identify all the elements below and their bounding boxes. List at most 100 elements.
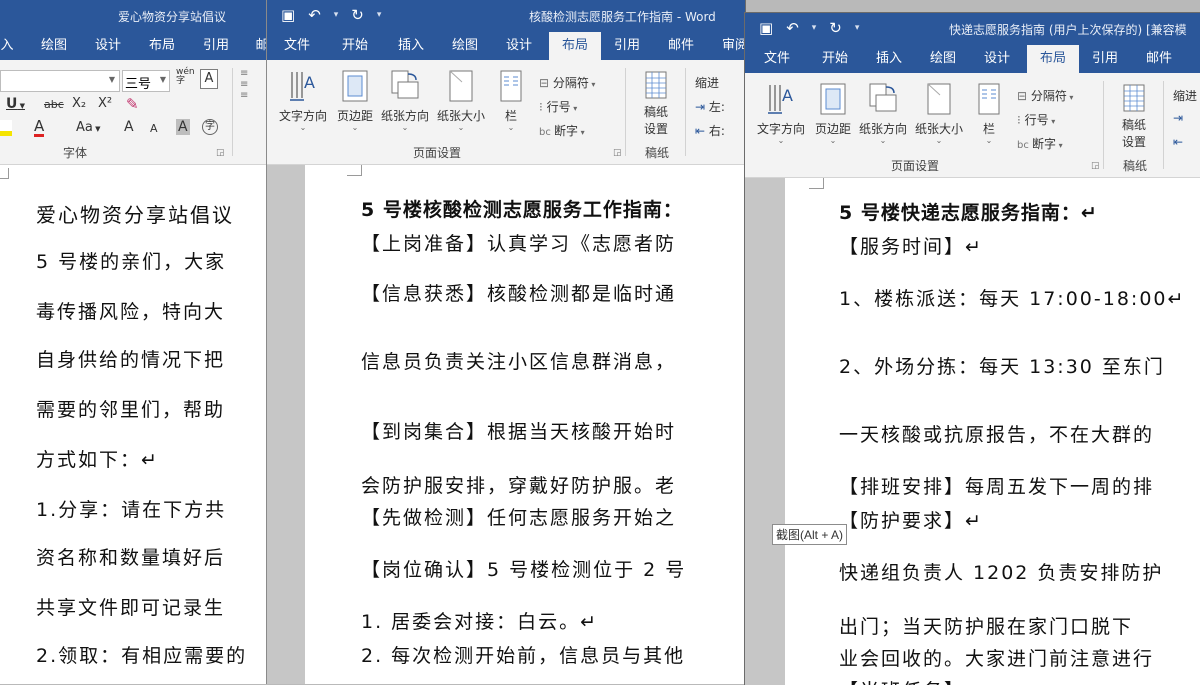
- text-direction-button[interactable]: A 文字方向 ⌄: [753, 81, 809, 145]
- doc-line: 【信息获悉】核酸检测都是临时通: [361, 283, 677, 305]
- undo-icon[interactable]: ↶: [786, 18, 799, 38]
- bullets-icon[interactable]: ≡ ≡ ≡: [240, 68, 248, 101]
- change-case-icon[interactable]: Aa ▼: [76, 120, 100, 135]
- doc-line: 毒传播风险，特向大: [36, 301, 226, 323]
- columns-button[interactable]: 栏 ⌄: [973, 81, 1005, 145]
- columns-icon: [500, 70, 522, 102]
- char-border-icon[interactable]: A: [200, 69, 218, 89]
- tab-insert[interactable]: 插入: [389, 32, 433, 60]
- tab-insert[interactable]: 插入: [867, 45, 911, 73]
- strikethrough-icon[interactable]: abc: [44, 98, 64, 111]
- text-direction-button[interactable]: A 文字方向 ⌄: [275, 68, 331, 132]
- orientation-button[interactable]: 纸张方向 ⌄: [855, 81, 911, 145]
- tab-design[interactable]: 设计: [975, 45, 1019, 73]
- save-icon[interactable]: ▣: [759, 18, 773, 38]
- word-window-express-guide[interactable]: ▣ ↶ ▾ ↻ ▾ 快递志愿服务指南 (用户上次保存的) [兼容模 文件 开始 …: [744, 12, 1200, 685]
- breaks-icon: ⊟: [1017, 89, 1031, 103]
- tab-references[interactable]: 引用: [198, 32, 234, 60]
- tab-file[interactable]: 文件: [275, 32, 319, 60]
- hyphenation-label: 断字: [1032, 137, 1057, 151]
- char-shading-icon[interactable]: A: [176, 119, 190, 135]
- grow-font-icon[interactable]: A: [124, 119, 134, 135]
- highlight-icon[interactable]: [0, 120, 12, 136]
- font-name-dropdown[interactable]: ▼: [0, 70, 120, 92]
- size-button[interactable]: 纸张大小 ⌄: [433, 68, 489, 132]
- title-bar[interactable]: ▣ ↶ ▾ ↻ ▾ 核酸检测志愿服务工作指南 - Word: [267, 0, 745, 32]
- save-icon[interactable]: ▣: [281, 5, 295, 25]
- underline-icon[interactable]: U ▼: [6, 96, 25, 112]
- undo-icon[interactable]: ↶: [308, 5, 321, 25]
- ribbon-home: ▼ 三号 ▼ wén 字 A U ▼ abc X₂ X² ✎ A Aa ▼ A A…: [0, 60, 266, 165]
- word-window-nucleic-acid-guide[interactable]: ▣ ↶ ▾ ↻ ▾ 核酸检测志愿服务工作指南 - Word 文件 开始 插入 绘…: [266, 0, 746, 684]
- dialog-launcher-icon[interactable]: ◲: [216, 148, 225, 158]
- size-button[interactable]: 纸张大小 ⌄: [911, 81, 967, 145]
- doc-line: 会防护服安排，穿戴好防护服。老: [361, 475, 677, 497]
- tab-references[interactable]: 引用: [1083, 45, 1127, 73]
- doc-line: 【先做检测】任何志愿服务开始之: [361, 507, 677, 529]
- undo-dropdown-icon[interactable]: ▾: [812, 18, 817, 38]
- customize-qat-icon[interactable]: ▾: [855, 18, 860, 38]
- hyphenation-dropdown[interactable]: bc 断字 ▾: [1017, 135, 1063, 152]
- undo-dropdown-icon[interactable]: ▾: [334, 5, 339, 25]
- title-bar[interactable]: 爱心物资分享站倡议: [0, 0, 266, 32]
- tab-file[interactable]: 文件: [755, 45, 799, 73]
- window-title: 快递志愿服务指南 (用户上次保存的) [兼容模: [949, 23, 1187, 37]
- document-page[interactable]: 5 号楼快递志愿服务指南：↵ 【服务时间】↵ 1、楼栋派送：每天 17:00-1…: [785, 178, 1200, 685]
- tab-review[interactable]: 审阅: [715, 32, 745, 60]
- breaks-dropdown[interactable]: ⊟ 分隔符 ▾: [539, 74, 595, 91]
- tab-design[interactable]: 设计: [497, 32, 541, 60]
- document-page[interactable]: 5 号楼核酸检测志愿服务工作指南： 【上岗准备】认真学习《志愿者防 【信息获悉】…: [305, 165, 745, 684]
- line-numbers-dropdown[interactable]: ⁝ 行号 ▾: [539, 98, 577, 115]
- tab-draw[interactable]: 绘图: [443, 32, 487, 60]
- manuscript-settings-button[interactable]: 稿纸 设置: [635, 70, 677, 137]
- tab-insert[interactable]: 入: [0, 32, 18, 60]
- tab-draw[interactable]: 绘图: [36, 32, 72, 60]
- document-page[interactable]: 爱心物资分享站倡议 5 号楼的亲们，大家 毒传播风险，特向大 自身供给的情况下把…: [0, 165, 266, 684]
- indent-right[interactable]: ⇤ 右:: [695, 122, 725, 139]
- clear-format-icon[interactable]: ✎: [126, 95, 139, 113]
- margins-button[interactable]: 页边距 ⌄: [811, 81, 855, 145]
- shrink-font-icon[interactable]: A: [150, 122, 158, 135]
- orientation-button[interactable]: 纸张方向 ⌄: [377, 68, 433, 132]
- font-color-icon[interactable]: A: [34, 118, 45, 137]
- tab-layout[interactable]: 布局: [1027, 45, 1079, 73]
- tab-references[interactable]: 引用: [607, 32, 647, 60]
- tab-home[interactable]: 开始: [333, 32, 377, 60]
- tab-mailings[interactable]: 邮件: [661, 32, 701, 60]
- redo-icon[interactable]: ↻: [351, 5, 364, 25]
- margins-button[interactable]: 页边距 ⌄: [333, 68, 377, 132]
- hyphenation-dropdown[interactable]: bc 断字 ▾: [539, 122, 585, 139]
- line-numbers-dropdown[interactable]: ⁝ 行号 ▾: [1017, 111, 1055, 128]
- superscript-icon[interactable]: X²: [98, 96, 112, 111]
- tab-layout[interactable]: 布局: [144, 32, 180, 60]
- columns-label: 栏: [504, 109, 517, 123]
- dialog-launcher-icon[interactable]: ◲: [1091, 161, 1100, 171]
- wen-icon[interactable]: wén 字: [176, 68, 195, 86]
- tab-home[interactable]: 开始: [813, 45, 857, 73]
- margins-icon: [820, 83, 846, 115]
- breaks-dropdown[interactable]: ⊟ 分隔符 ▾: [1017, 87, 1073, 104]
- word-window-share-initiative[interactable]: 爱心物资分享站倡议 入 绘图 设计 布局 引用 邮 ▼ 三号 ▼ wén 字 A …: [0, 0, 266, 684]
- line-numbers-icon: ⁝: [1017, 113, 1025, 127]
- tab-draw[interactable]: 绘图: [921, 45, 965, 73]
- indent-right[interactable]: ⇤: [1173, 135, 1183, 149]
- tab-design[interactable]: 设计: [90, 32, 126, 60]
- tab-mailings[interactable]: 邮: [252, 32, 266, 60]
- chevron-down-icon: ⌄: [829, 136, 837, 145]
- columns-button[interactable]: 栏 ⌄: [495, 68, 527, 132]
- indent-left[interactable]: ⇥: [1173, 111, 1183, 125]
- customize-qat-icon[interactable]: ▾: [377, 5, 382, 25]
- chevron-down-icon: ⌄: [985, 136, 993, 145]
- indent-left[interactable]: ⇥ 左:: [695, 98, 725, 115]
- shrink-font-label: A: [150, 122, 158, 135]
- tab-layout[interactable]: 布局: [549, 32, 601, 60]
- redo-icon[interactable]: ↻: [829, 18, 842, 38]
- manuscript-settings-button[interactable]: 稿纸 设置: [1113, 83, 1155, 150]
- font-size-dropdown[interactable]: 三号 ▼: [122, 70, 170, 92]
- subscript-icon[interactable]: X₂: [72, 96, 86, 111]
- title-bar[interactable]: ▣ ↶ ▾ ↻ ▾ 快递志愿服务指南 (用户上次保存的) [兼容模: [745, 13, 1200, 45]
- tab-mailings[interactable]: 邮件: [1137, 45, 1181, 73]
- enclose-char-icon[interactable]: 字: [202, 119, 218, 135]
- dialog-launcher-icon[interactable]: ◲: [613, 148, 622, 158]
- indent-left-icon: ⇥: [695, 100, 709, 114]
